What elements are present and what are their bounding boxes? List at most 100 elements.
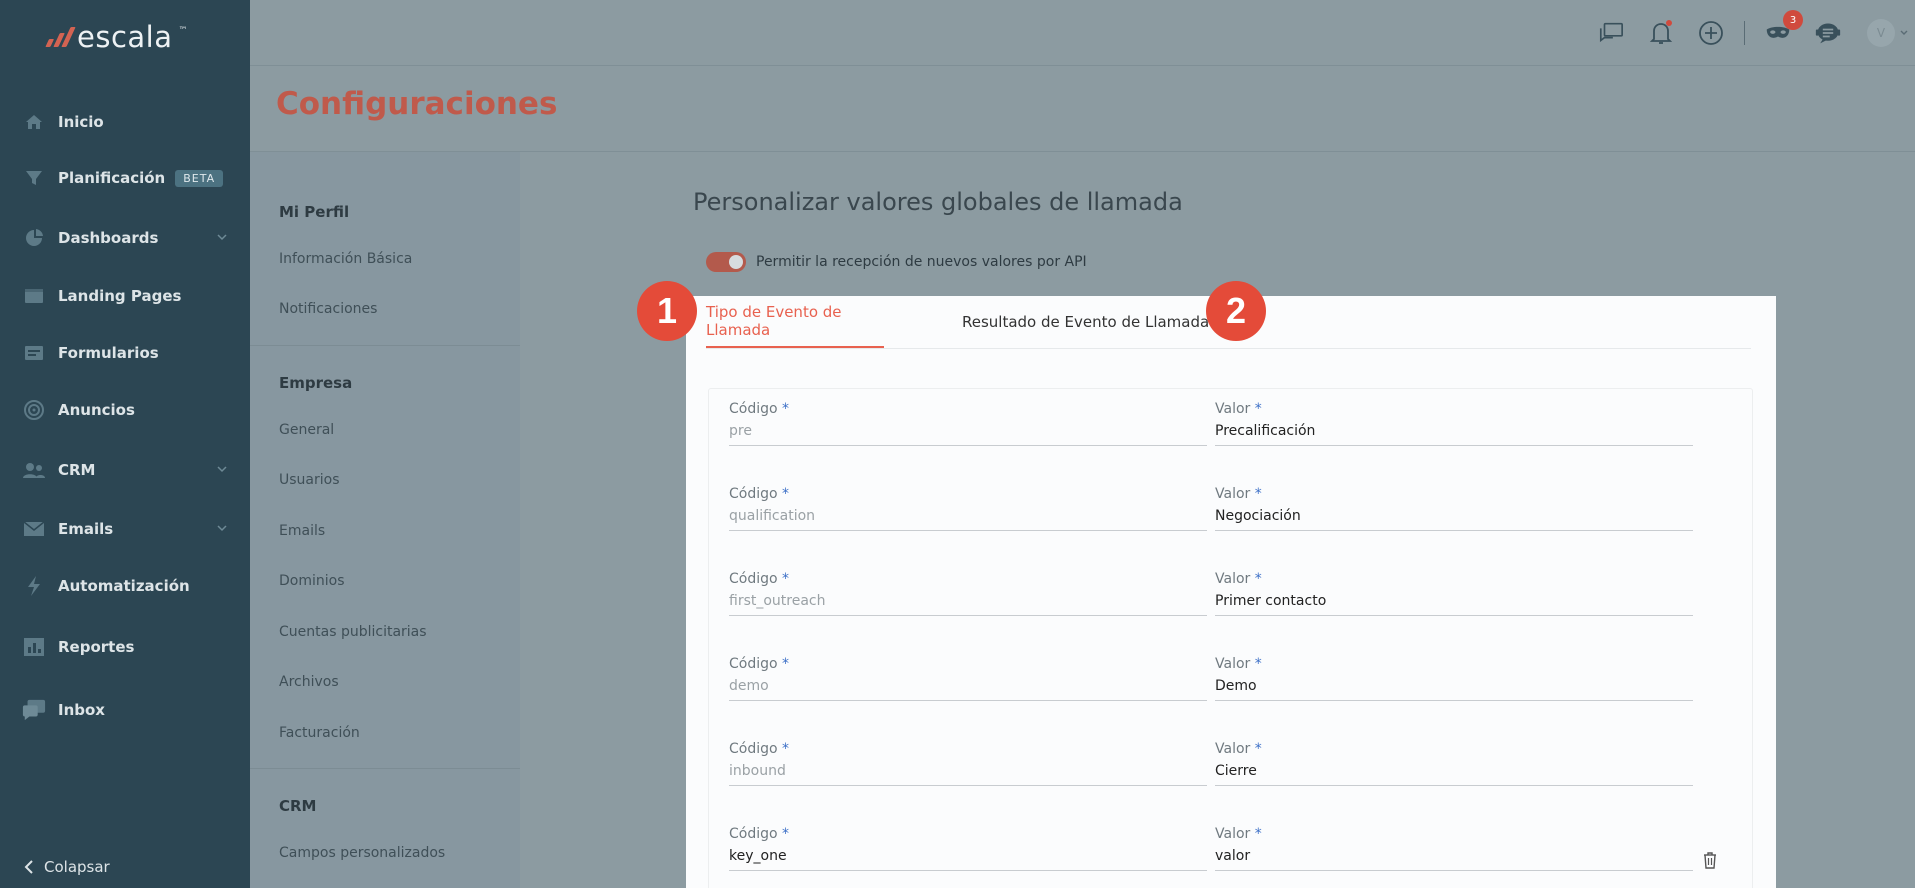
logo-trademark: ™ (178, 26, 188, 36)
field-label: Código * (729, 826, 790, 842)
conversations-icon[interactable] (1598, 20, 1624, 46)
code-field: Código * first_outreach (729, 571, 1207, 616)
value-field: Valor * Demo (1215, 656, 1693, 701)
sidebar-item-label: CRM (58, 461, 96, 479)
settings-link-general[interactable]: General (279, 422, 334, 438)
value-input[interactable]: Precalificación (1215, 423, 1693, 446)
value-input[interactable]: Demo (1215, 678, 1693, 701)
collapse-label: Colapsar (44, 858, 110, 876)
settings-link-informacion-basica[interactable]: Información Básica (279, 251, 412, 267)
value-input[interactable]: Primer contacto (1215, 593, 1693, 616)
lightning-icon (22, 574, 46, 598)
tab-tipo-evento[interactable]: Tipo de Evento de Llamada (706, 296, 884, 348)
value-field: Valor * Negociación (1215, 486, 1693, 531)
chevron-left-icon (24, 860, 33, 874)
logo-text: escala (77, 20, 173, 54)
beta-badge: BETA (175, 169, 224, 187)
sidebar-item-label: Reportes (58, 638, 135, 656)
sidebar-item-label: Automatización (58, 577, 190, 595)
topbar-divider (1744, 21, 1745, 45)
chevron-down-icon (217, 466, 227, 473)
code-input[interactable]: demo (729, 678, 1207, 701)
mask-icon[interactable]: 3 (1765, 10, 1803, 46)
logo-mark-icon (45, 27, 76, 47)
form-icon (22, 341, 46, 365)
settings-link-facturacion[interactable]: Facturación (279, 725, 360, 741)
value-field: Valor * Primer contacto (1215, 571, 1693, 616)
toggle-label: Permitir la recepción de nuevos valores … (756, 254, 1087, 270)
sidebar-item-dashboards[interactable]: Dashboards (0, 218, 250, 258)
step-marker-1: 1 (637, 281, 697, 341)
page-header: Configuraciones (250, 66, 1915, 152)
chat-icon (22, 698, 46, 722)
settings-section-heading: Empresa (279, 374, 353, 392)
step-marker-2: 2 (1206, 281, 1266, 341)
field-label: Valor * (1215, 741, 1262, 757)
sidebar-item-label: Inbox (58, 701, 105, 719)
field-label: Código * (729, 571, 790, 587)
target-icon (22, 398, 46, 422)
avatar: V (1867, 19, 1895, 47)
collapse-button[interactable]: Colapsar (24, 858, 110, 876)
api-values-toggle[interactable] (706, 252, 746, 272)
field-label: Valor * (1215, 486, 1262, 502)
notification-dot (1666, 20, 1672, 26)
settings-link-dominios[interactable]: Dominios (279, 573, 345, 589)
settings-link-usuarios[interactable]: Usuarios (279, 472, 340, 488)
field-label: Código * (729, 656, 790, 672)
trash-icon[interactable] (1702, 851, 1718, 873)
sidebar-item-landing-pages[interactable]: Landing Pages (0, 276, 250, 316)
field-label: Valor * (1215, 826, 1262, 842)
logo[interactable]: escala ™ (45, 20, 188, 54)
support-chat-icon[interactable] (1815, 20, 1841, 46)
user-menu[interactable]: V (1867, 19, 1909, 47)
divider (250, 345, 520, 346)
value-field: Valor * Precalificación (1215, 401, 1693, 446)
sidebar-item-anuncios[interactable]: Anuncios (0, 390, 250, 430)
value-input[interactable]: Negociación (1215, 508, 1693, 531)
bell-icon[interactable] (1648, 20, 1674, 46)
users-icon (22, 458, 46, 482)
code-input[interactable]: key_one (729, 848, 1207, 871)
settings-link-cuentas-publicitarias[interactable]: Cuentas publicitarias (279, 624, 427, 640)
field-label: Código * (729, 401, 790, 417)
envelope-icon (22, 517, 46, 541)
code-field: Código * inbound (729, 741, 1207, 786)
values-list: Código * pre Valor * Precalificación Cód… (708, 388, 1753, 888)
plus-circle-icon[interactable] (1698, 20, 1724, 46)
tab-resultado-evento[interactable]: Resultado de Evento de Llamada (962, 296, 1209, 348)
code-input[interactable]: first_outreach (729, 593, 1207, 616)
settings-link-notificaciones[interactable]: Notificaciones (279, 301, 377, 317)
settings-link-campos-personalizados[interactable]: Campos personalizados (279, 845, 445, 861)
settings-nav: Mi Perfil Información Básica Notificacio… (250, 152, 520, 888)
settings-link-archivos[interactable]: Archivos (279, 674, 339, 690)
sidebar-item-emails[interactable]: Emails (0, 509, 250, 549)
pie-chart-icon (22, 226, 46, 250)
code-field: Código * pre (729, 401, 1207, 446)
sidebar-item-automatizacion[interactable]: Automatización (0, 566, 250, 606)
sidebar-item-label: Anuncios (58, 401, 135, 419)
sidebar-item-inicio[interactable]: Inicio (0, 102, 250, 142)
field-label: Código * (729, 486, 790, 502)
sidebar-item-label: Emails (58, 520, 114, 538)
notification-badge: 3 (1783, 10, 1803, 30)
code-input[interactable]: inbound (729, 763, 1207, 786)
sidebar-item-reportes[interactable]: Reportes (0, 627, 250, 667)
sidebar-item-crm[interactable]: CRM (0, 450, 250, 490)
sidebar-item-inbox[interactable]: Inbox (0, 690, 250, 730)
report-icon (22, 635, 46, 659)
call-values-card: Tipo de Evento de Llamada Resultado de E… (686, 296, 1776, 888)
code-field: Código * key_one (729, 826, 1207, 871)
settings-section-heading: CRM (279, 797, 317, 815)
settings-section-heading: Mi Perfil (279, 203, 350, 221)
sidebar-item-formularios[interactable]: Formularios (0, 333, 250, 373)
settings-link-emails[interactable]: Emails (279, 523, 325, 539)
browser-icon (22, 284, 46, 308)
value-input[interactable]: Cierre (1215, 763, 1693, 786)
code-input[interactable]: pre (729, 423, 1207, 446)
divider (250, 768, 520, 769)
value-input[interactable]: valor (1215, 848, 1693, 871)
code-input[interactable]: qualification (729, 508, 1207, 531)
sidebar-item-planificacion[interactable]: Planificación BETA (0, 158, 250, 198)
sidebar-item-label: Planificación (58, 169, 166, 187)
